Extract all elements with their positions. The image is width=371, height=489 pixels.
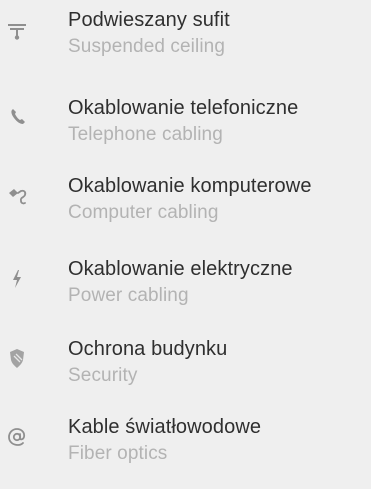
network-cable-icon xyxy=(6,182,28,208)
service-text: Okablowanie komputerowe Computer cabling xyxy=(68,172,368,226)
service-subtitle: Fiber optics xyxy=(68,443,168,464)
service-item-fiber-optics[interactable]: Kable światłowodowe Fiber optics xyxy=(0,413,371,489)
service-subtitle: Security xyxy=(68,365,138,386)
service-subtitle: Computer cabling xyxy=(68,202,219,223)
service-title: Okablowanie komputerowe xyxy=(68,175,312,197)
service-subtitle: Suspended ceiling xyxy=(68,36,225,57)
service-item-telephone-cabling[interactable]: Okablowanie telefoniczne Telephone cabli… xyxy=(0,94,371,170)
service-title: Ochrona budynku xyxy=(68,338,228,360)
service-text: Okablowanie elektryczne Power cabling xyxy=(68,255,368,309)
service-text: Ochrona budynku Security xyxy=(68,335,368,389)
service-title: Okablowanie telefoniczne xyxy=(68,97,299,119)
shield-icon xyxy=(6,345,28,371)
service-text: Podwieszany sufit Suspended ceiling xyxy=(68,6,368,60)
ceiling-icon xyxy=(6,16,28,42)
service-subtitle: Telephone cabling xyxy=(68,124,223,145)
service-item-computer-cabling[interactable]: Okablowanie komputerowe Computer cabling xyxy=(0,172,371,248)
service-subtitle: Power cabling xyxy=(68,285,189,306)
service-text: Okablowanie telefoniczne Telephone cabli… xyxy=(68,94,368,148)
service-item-power-cabling[interactable]: Okablowanie elektryczne Power cabling xyxy=(0,255,371,331)
services-list: Podwieszany sufit Suspended ceiling Okab… xyxy=(0,0,371,483)
service-title: Okablowanie elektryczne xyxy=(68,258,293,280)
service-text: Kable światłowodowe Fiber optics xyxy=(68,413,368,467)
phone-icon xyxy=(6,104,28,130)
service-title: Kable światłowodowe xyxy=(68,416,262,438)
service-title: Podwieszany sufit xyxy=(68,9,230,31)
service-item-suspended-ceiling[interactable]: Podwieszany sufit Suspended ceiling xyxy=(0,6,371,82)
lightning-icon xyxy=(6,265,28,291)
service-item-security[interactable]: Ochrona budynku Security xyxy=(0,335,371,411)
at-sign-icon xyxy=(6,423,28,449)
